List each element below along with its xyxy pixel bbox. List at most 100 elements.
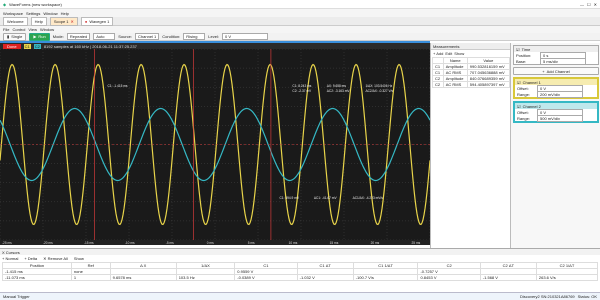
tab-close-icon[interactable]: ✕ [71,19,74,24]
ch1-range-label: Range: [517,91,530,97]
run-button[interactable]: ▶ Run [29,32,50,41]
table-cell: 103.5 Hz [175,274,236,281]
time-axis-ticks: -25 ms -20 ms -15 ms -10 ms -5 ms 0 ms 5 ms 10 … [2,241,421,245]
table-row[interactable]: -11.073 ms 1 9.6578 ms 103.5 Hz -0.0389 V -1.… [2,274,599,281]
table-cell: 0.8453 V [417,274,481,281]
minimize-icon[interactable]: — [580,2,584,7]
time-tick-label: 15 ms [330,241,339,245]
status-left: Manual Trigger [3,294,30,299]
remove-all-button[interactable]: ✕ Remove All [43,256,68,261]
measurements-panel: Measurements + Add Edit Show Name Value … [430,43,511,248]
scope-header: Done C1 C2 8192 samples at 160 kHz | 201… [0,43,430,49]
table-cell: -11.073 ms [2,274,72,281]
time-tick-label: -25 ms [2,241,12,245]
menu-window[interactable]: Window [43,11,57,16]
ch1-chip[interactable]: C1 [23,43,31,49]
instrument-tabs: Welcome Help Scope 1 ✕ ● Wavegen 1 [0,16,600,26]
time-group: ☑ Time Position: 0 s Base: 5 ms/div [513,45,599,65]
mode-select[interactable]: Repeated [66,33,91,40]
menu-workspace[interactable]: Workspace [3,11,23,16]
measurements-toolbar: + Add Edit Show [431,50,511,56]
window-title: WaveForms (new workspace) [9,1,62,7]
measurements-header: Measurements [431,43,511,50]
level-select[interactable]: 0 V [221,33,268,40]
menu-window-sub[interactable]: Window [40,27,54,32]
show-cursors-button[interactable]: Show [74,256,84,261]
channel1-group: ☑ Channel 1 Offset: 0 V Range: 200 mV/di… [513,77,599,99]
time-tick-label: 25 ms [412,241,421,245]
position-label: Position: [516,52,532,58]
time-tick-label: -5 ms [166,241,174,245]
table-cell: -100.7 V/s [352,274,419,281]
ch1-offset-label: Offset: [517,85,529,91]
time-tick-label: -20 ms [43,241,53,245]
add-measurement-button[interactable]: + Add [433,51,443,56]
close-icon[interactable]: ✕ [594,2,597,7]
x-cursors-panel: X Cursors + Normal + Delta ✕ Remove All … [0,248,600,293]
ch2-range-select[interactable]: 500 mV/div [537,114,583,122]
scope-plot[interactable]: C1: -1.415 ms C1: 8.243 ms ΔX: 9.658 ms 1/Δ… [0,43,431,241]
single-icon: ▮ [7,34,10,39]
cursors-table: Position Ref Δ X 1/ΔX C1 C1 ΔT C1 1/ΔT C2 C2 ΔT C… [2,262,599,281]
show-measurement-button[interactable]: Show [454,51,464,56]
source-select[interactable]: Channel 1 [135,33,160,40]
wavegen-tab-label: Wavegen 1 [89,18,110,24]
tab-scope[interactable]: Scope 1 ✕ [49,16,78,26]
cursor-readout: ΔC1/ΔX: -4.223 mV/s [353,196,384,200]
title-bar: ◆ WaveForms (new workspace) — ☐ ✕ [0,0,600,9]
table-cell: -1.032 V [296,274,354,281]
time-title: Time [521,46,531,52]
channel2-group: ☑ Channel 2 Offset: 0 V Range: 500 mV/di… [513,101,599,123]
add-channel-button[interactable]: + Add Channel [513,67,599,75]
cursor-readout: ΔC1: -41.67 mV [314,196,338,200]
menu-view[interactable]: View [28,27,37,32]
status-state: Status: OK [577,294,597,299]
delta-cursor-button[interactable]: + Delta [24,256,37,261]
menu-help[interactable]: Help [61,11,69,16]
tab-wavegen[interactable]: ● Wavegen 1 [80,16,114,26]
menu-control[interactable]: Control [12,27,25,32]
time-tick-label: 10 ms [289,241,298,245]
ch1-checkbox[interactable]: ☑ [517,80,521,85]
condition-select[interactable]: Rising [183,33,206,40]
ch2-offset-label: Offset: [517,109,529,115]
measurements-table: Name Value C1 Amplitude 990.532816159 mV C… [432,57,511,88]
waveform-canvas[interactable]: C1: -1.415 ms C1: 8.243 ms ΔX: 9.658 ms 1/Δ… [0,43,431,241]
cursor-readout: C2: -2.37 mV [292,89,312,93]
table-cell: -1.568 V [479,274,537,281]
source-label: Source: [118,34,133,39]
ch1-range-select[interactable]: 200 mV/div [537,90,583,98]
time-axis: -25 ms -20 ms -15 ms -10 ms -5 ms 0 ms 5 ms 10 … [0,240,430,245]
time-tick-label: 0 ms [207,241,214,245]
edit-measurement-button[interactable]: Edit [445,51,452,56]
normal-cursor-button[interactable]: + Normal [2,256,18,261]
menu-file[interactable]: File [3,27,9,32]
ch2-checkbox[interactable]: ☑ [517,104,521,109]
trigger-toolbar: ▮ Single ▶ Run Mode: Repeated Auto Sourc… [0,32,600,41]
device-label[interactable]: Discovery2 SN:210321A86769 [520,294,575,299]
status-bar: Manual Trigger Discovery2 SN:210321A8676… [0,292,600,300]
cursor-readout: ΔC2: -3.163 mV [327,89,351,93]
cursors-toolbar: + Normal + Delta ✕ Remove All Show [0,255,600,261]
cursor-readout: C1: 494.9 mV [280,196,300,200]
cursors-title: X Cursors [2,249,20,255]
tab-help[interactable]: Help [30,16,47,26]
table-cell: 1 [70,274,111,281]
table-row[interactable]: C2 AC RMS 594.405897397 mV [432,81,511,88]
ch2-chip[interactable]: C2 [33,43,41,49]
maximize-icon[interactable]: ☐ [587,2,591,7]
level-label: Level: [208,34,219,39]
auto-select[interactable]: Auto [93,33,116,40]
cursor-readout: 1/ΔX: 103.5406 Hz [366,84,393,88]
time-tick-label: 20 ms [371,241,380,245]
time-checkbox[interactable]: ☑ [516,47,520,52]
tab-welcome[interactable]: Welcome [3,16,28,26]
time-tick-label: -10 ms [125,241,135,245]
time-tick-label: 5 ms [248,241,255,245]
base-select[interactable]: 5 ms/div [540,57,586,65]
single-button[interactable]: ▮ Single [3,32,27,41]
menu-settings[interactable]: Settings [26,11,40,16]
app-logo-icon: ◆ [3,1,7,7]
submenu-bar: File Control View Window [0,26,600,33]
cursor-readout: ΔC2/ΔX: -0.327 V/s [366,89,394,93]
